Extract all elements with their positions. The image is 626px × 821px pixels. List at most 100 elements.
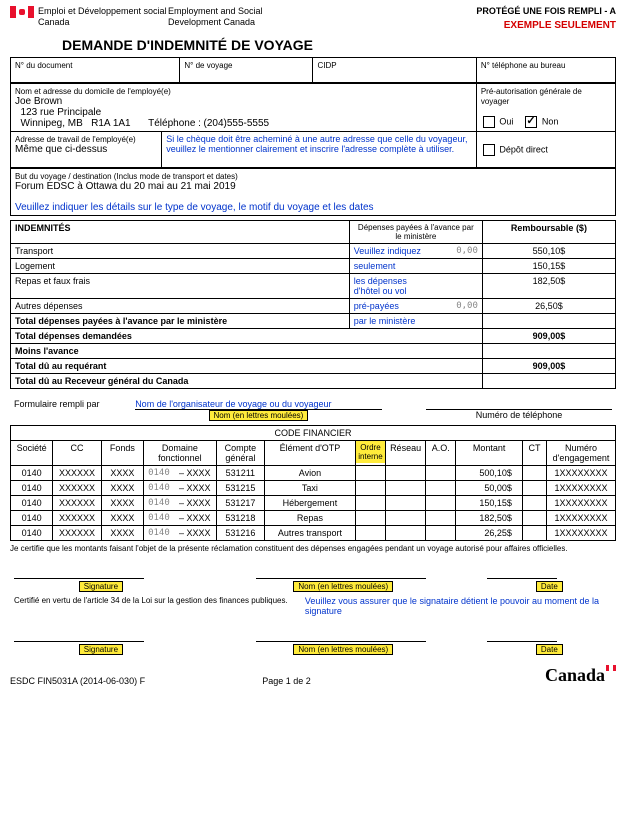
protected-label: PROTÉGÉ UNE FOIS REMPLI - A [476,6,616,16]
col-engagement: Numéro d'engagement [547,441,616,466]
oui-label: Oui [499,116,513,126]
total-rec-label: Total dû au Receveur général du Canada [11,374,483,389]
checkbox-oui[interactable] [483,116,495,128]
checkbox-depot[interactable] [483,144,495,156]
work-addr-label: Adresse de travail de l'employé(e) [15,135,136,144]
total-req-label: Total dû au requérant [11,359,483,374]
sign-row-1: Signature Nom (en lettres moulées) Date [10,569,616,594]
voyage-label: N° de voyage [184,61,232,70]
sig1-date: Date [536,581,563,592]
col-domaine: Domaine fonctionnel [144,441,217,466]
flag-mini-icon [606,665,616,671]
prepaid-note-4: pré-payées [354,301,399,311]
prepaid-note-3: d'hôtel ou vol [354,286,407,296]
flag-icon [10,6,34,18]
purpose-note: Veuillez indiquer les détails sur le typ… [15,202,374,213]
depot-label: Dépôt direct [499,144,548,154]
code-table: CODE FINANCIER Société CC Fonds Domaine … [10,425,616,541]
sign-row-2: Signature Nom (en lettres moulées) Date [10,632,616,657]
prepaid-note-0: Veuillez indiquez [354,246,421,256]
page-num: Page 1 de 2 [262,676,311,686]
col-reseau: Réseau [386,441,426,466]
row-repas: Repas et faux frais [11,274,350,299]
filler-block: Formulaire rempli par Nom de l'organisat… [10,397,616,423]
dept-name-en: Employment and Social Development Canada [168,6,318,28]
home-addr-label: Nom et adresse du domicile de l'employé(… [15,87,171,96]
sig2-name: Nom (en lettres moulées) [293,644,393,655]
sig2-signature: Signature [79,644,123,655]
moins-label: Moins l'avance [11,344,483,359]
transport-reimb: 550,10$ [482,244,615,259]
sig2-date: Date [536,644,563,655]
phone-prefix: Téléphone : [148,118,201,129]
total-req-value: 909,00$ [482,359,615,374]
cheque-note: Si le chèque doit être acheminé à une au… [162,132,477,168]
employee-street: 123 rue Principale [15,107,101,118]
art34-row: Certifié en vertu de l'article 34 de la … [10,594,616,618]
sig1-signature: Signature [79,581,123,592]
example-label: EXEMPLE SEULEMENT [476,20,616,31]
purpose-label: But du voyage / destination (Inclus mode… [15,172,238,181]
code-row: 0140XXXXXXXXXX0140– XXXX531211Avion500,1… [11,466,616,481]
employee-city: Winnipeg, MB R1A 1A1 [15,118,131,129]
col-ct: CT [522,441,546,466]
filler-phone-label: Numéro de téléphone [426,410,612,420]
top-info-table: N° du document N° de voyage CIDP N° télé… [10,57,616,83]
transport-pre: 0,00 [456,246,478,256]
reimb-head: Remboursable ($) [482,221,615,244]
logement-reimb: 150,15$ [482,259,615,274]
work-addr-value: Même que ci-dessus [15,144,107,155]
prepaid-note-1: seulement [354,261,396,271]
purpose-table: But du voyage / destination (Inclus mode… [10,168,616,216]
repas-reimb: 182,50$ [482,274,615,299]
col-fonds: Fonds [101,441,143,466]
canada-wordmark: Canada [545,665,616,686]
signer-warning: Veuillez vous assurer que le signataire … [301,594,616,618]
code-row: 0140XXXXXXXXXX0140– XXXX531216Autres tra… [11,526,616,541]
non-label: Non [542,116,559,126]
indemn-table: INDEMNITÉS Dépenses payées à l'avance pa… [10,220,616,389]
header: Emploi et Développement social Canada Em… [10,6,616,31]
col-ordre: Ordre interne [356,441,385,463]
doc-label: N° du document [15,61,72,70]
col-element: Élément d'OTP [265,441,356,466]
autres-reimb: 26,50$ [482,299,615,314]
filler-note: Nom de l'organisateur de voyage ou du vo… [135,399,382,410]
col-societe: Société [11,441,53,466]
preauth-label: Pré-autorisation générale de voyager [481,87,582,106]
code-row: 0140XXXXXXXXXX0140– XXXX531217Hébergemen… [11,496,616,511]
employee-info: Nom et adresse du domicile de l'employé(… [10,83,616,168]
row-logement: Logement [11,259,350,274]
checkbox-non[interactable] [525,116,537,128]
cidp-label: CIDP [317,61,336,70]
total-pre-label: Total dépenses payées à l'avance par le … [11,314,350,329]
footer: ESDC FIN5031A (2014-06-030) F Page 1 de … [10,665,616,686]
paid-head: Dépenses payées à l'avance par le minist… [349,221,482,244]
prepaid-note-2: les dépenses [354,276,407,286]
autres-pre: 0,00 [456,301,478,311]
prepaid-note-5: par le ministère [354,316,416,326]
total-demand-label: Total dépenses demandées [11,329,483,344]
code-title: CODE FINANCIER [11,426,616,441]
employee-name: Joe Brown [15,96,62,107]
total-demand-value: 909,00$ [482,329,615,344]
sig1-name: Nom (en lettres moulées) [293,581,393,592]
code-row: 0140XXXXXXXXXX0140– XXXX531215Taxi50,00$… [11,481,616,496]
cert-line: Je certifie que les montants faisant l'o… [10,544,616,553]
purpose-value: Forum EDSC à Ottawa du 20 mai au 21 mai … [15,181,236,192]
col-cc: CC [53,441,101,466]
row-autres: Autres dépenses [11,299,350,314]
indemn-head: INDEMNITÉS [11,221,350,244]
name-label-yellow: Nom (en lettres moulées) [209,410,309,421]
col-ao: A.O. [426,441,456,466]
employee-phone: (204)555-5555 [203,118,269,129]
dept-name-fr: Emploi et Développement social Canada [38,6,168,28]
page-title: DEMANDE D'INDEMNITÉ DE VOYAGE [62,37,616,53]
office-phone-label: N° téléphone au bureau [481,61,566,70]
col-montant: Montant [456,441,523,466]
row-transport: Transport [11,244,350,259]
filler-label: Formulaire rempli par [10,397,131,423]
col-compte: Compte général [216,441,264,466]
code-row: 0140XXXXXXXXXX0140– XXXX531218Repas182,5… [11,511,616,526]
art34-text: Certifié en vertu de l'article 34 de la … [10,594,301,618]
